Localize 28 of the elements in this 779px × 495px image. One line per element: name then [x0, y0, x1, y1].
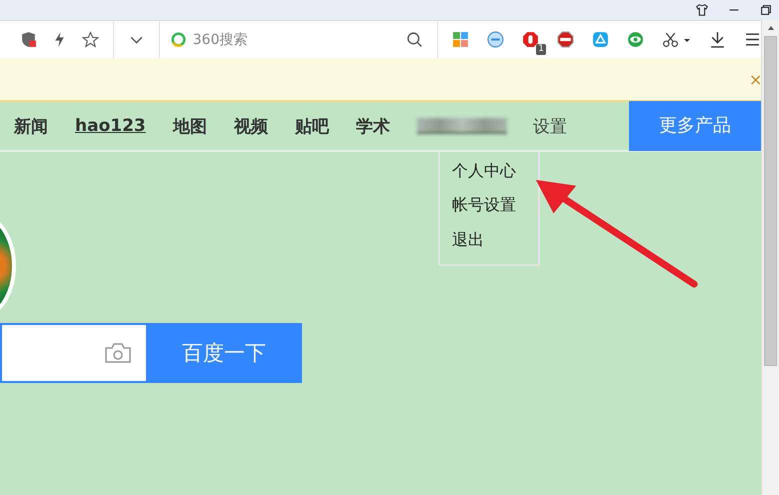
minus-circle-icon[interactable]	[487, 31, 504, 48]
apps-grid-icon[interactable]	[452, 31, 469, 48]
nav-link[interactable]: 学术	[356, 114, 390, 138]
shield-icon[interactable]	[20, 31, 37, 48]
scissors-icon[interactable]	[662, 31, 679, 48]
star-icon[interactable]	[82, 31, 99, 48]
download-icon[interactable]	[709, 31, 726, 48]
search-input[interactable]	[0, 323, 146, 383]
nav-link[interactable]: 新闻	[14, 114, 48, 138]
camera-icon[interactable]	[104, 342, 132, 364]
search-icon[interactable]	[406, 31, 424, 48]
triangle-app-icon[interactable]	[592, 31, 609, 48]
nav-link[interactable]: 地图	[172, 114, 207, 138]
nav-link[interactable]: 视频	[234, 114, 268, 138]
search-engine-logo-icon	[170, 31, 187, 48]
shirt-icon[interactable]	[695, 3, 709, 17]
scrollbar[interactable]	[761, 20, 779, 495]
menu-item[interactable]: 退出	[452, 230, 538, 252]
menu-item[interactable]: 帐号设置	[452, 195, 538, 216]
restore-icon[interactable]	[759, 3, 773, 17]
scrollbar-thumb[interactable]	[764, 36, 777, 366]
eye-icon[interactable]	[627, 31, 644, 48]
nav-link[interactable]: 贴吧	[294, 114, 329, 138]
menu-icon[interactable]	[744, 31, 761, 48]
settings-link[interactable]: 设置	[532, 114, 629, 138]
extension-badge: 1	[536, 44, 546, 55]
nav-link[interactable]: hao123	[75, 116, 146, 136]
menu-item[interactable]: 个人中心	[452, 160, 538, 182]
